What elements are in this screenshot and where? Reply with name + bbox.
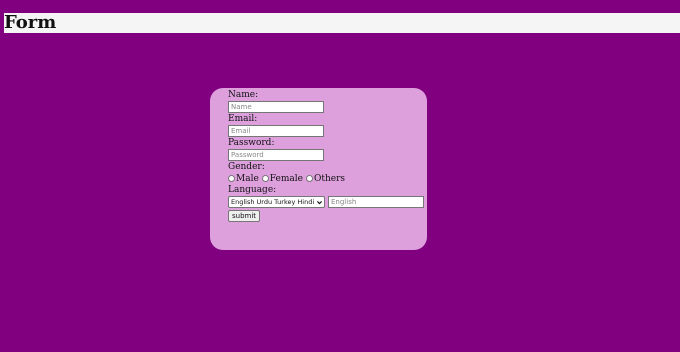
name-label: Name: [228,90,259,100]
gender-options: Male Female Others [228,173,427,184]
registration-form: Name: Name Email: Email Password: Passwo… [228,90,427,222]
language-label: Language: [228,185,277,195]
password-label: Password: [228,138,275,148]
gender-option-label: Others [313,173,346,184]
gender-radio-male[interactable] [228,175,235,182]
email-label: Email: [228,114,258,124]
gender-radio-others[interactable] [305,175,313,182]
language-input[interactable]: English [328,196,424,208]
chevron-down-icon [317,200,322,204]
gender-label: Gender: [228,162,265,172]
gender-option-female[interactable]: Female [261,173,303,184]
language-select[interactable]: English Urdu Turkey Hindi [228,196,325,208]
header-bar: Form [4,13,680,33]
gender-option-others[interactable]: Others [305,173,346,184]
gender-option-label: Male [236,173,259,184]
submit-button[interactable]: submit [228,210,261,222]
page-title: Form [4,12,57,33]
language-row: English Urdu Turkey Hindi English [228,196,427,208]
form-card: Name: Name Email: Email Password: Passwo… [210,88,427,250]
gender-option-label: Female [269,173,303,184]
gender-option-male[interactable]: Male [228,174,259,184]
name-field[interactable]: Name [228,101,324,113]
gender-radio-female[interactable] [261,175,269,182]
password-field[interactable]: Password [228,149,324,161]
language-select-value: English Urdu Turkey Hindi [231,198,315,206]
email-field[interactable]: Email [228,125,324,137]
